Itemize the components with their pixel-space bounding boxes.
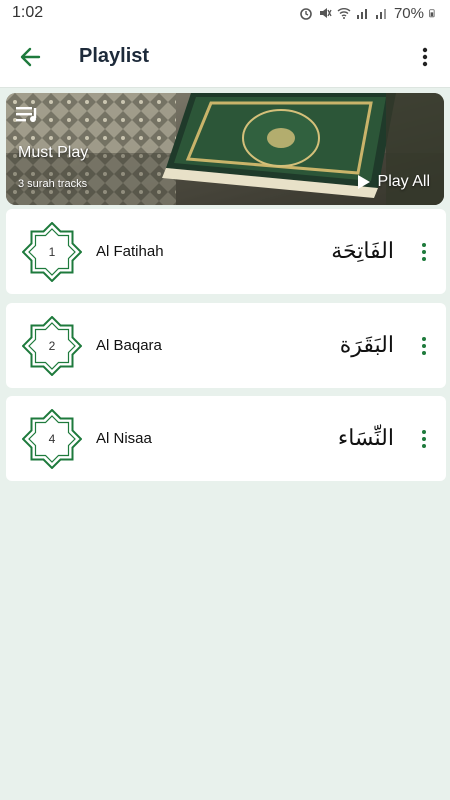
alarm-icon <box>300 8 312 20</box>
playlist-icon <box>16 107 37 122</box>
surah-name: Al Fatihah <box>96 243 164 260</box>
more-options-button[interactable] <box>400 26 450 88</box>
track-count: 3 surah tracks <box>18 178 88 190</box>
surah-number-badge: 1 <box>22 221 82 282</box>
mute-icon <box>319 8 332 18</box>
status-bar: 1:02 70% <box>0 0 450 26</box>
more-vertical-icon <box>422 242 426 261</box>
track-more-button[interactable] <box>408 316 440 376</box>
track-row[interactable]: 2 Al Baqara البَقَرَة <box>6 303 446 388</box>
battery-percent: 70% <box>393 4 424 22</box>
play-all-button[interactable]: Play All <box>357 173 430 191</box>
more-vertical-icon <box>422 429 426 448</box>
playlist-name: Must Play <box>18 144 89 161</box>
arrow-left-icon <box>20 47 41 66</box>
page-title: Playlist <box>79 45 150 67</box>
play-all-label: Play All <box>377 173 430 190</box>
track-row[interactable]: 4 Al Nisaa النِّسَاء <box>6 396 446 481</box>
track-more-button[interactable] <box>408 409 440 469</box>
more-vertical-icon <box>422 336 426 355</box>
track-row[interactable]: 1 Al Fatihah الفَاتِحَة <box>6 209 446 294</box>
play-icon <box>357 175 370 189</box>
status-icons: 70% <box>299 5 438 22</box>
playlist-banner: Must Play 3 surah tracks Play All <box>6 93 444 205</box>
signal-icon <box>356 9 367 19</box>
surah-number-badge: 4 <box>22 408 82 469</box>
track-more-button[interactable] <box>408 222 440 282</box>
app-bar: Playlist <box>0 26 450 88</box>
surah-name: Al Baqara <box>96 337 162 354</box>
surah-name: Al Nisaa <box>96 430 152 447</box>
surah-number: 2 <box>48 338 56 353</box>
surah-arabic-name: الفَاتِحَة <box>331 239 394 264</box>
surah-number: 4 <box>48 431 56 446</box>
more-vertical-icon <box>422 47 428 66</box>
signal-2-icon <box>375 9 386 19</box>
surah-arabic-name: البَقَرَة <box>339 333 394 358</box>
surah-number: 1 <box>48 244 56 259</box>
back-button[interactable] <box>0 26 60 88</box>
surah-number-badge: 2 <box>22 315 82 376</box>
wifi-icon <box>337 8 351 19</box>
status-time: 1:02 <box>12 4 44 21</box>
surah-arabic-name: النِّسَاء <box>337 426 394 451</box>
battery-icon <box>429 9 435 18</box>
